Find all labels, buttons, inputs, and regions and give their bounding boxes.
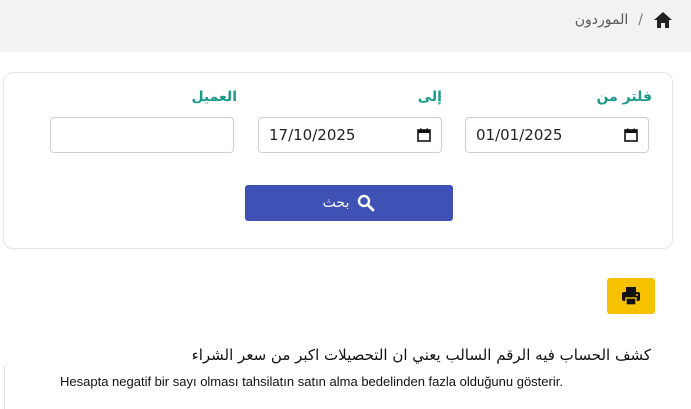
breadcrumb: / الموردون [575,9,673,31]
search-icon [357,194,375,212]
breadcrumb-current: الموردون [574,12,629,28]
home-icon[interactable] [653,10,673,30]
customer-label: العميل [191,89,237,105]
divider [4,366,5,409]
search-button-label: بحث [322,195,350,211]
print-icon [620,285,642,307]
customer-input[interactable] [50,117,234,153]
note-arabic: كشف الحساب فيه الرقم السالب يعني ان التح… [191,346,651,364]
to-date-value: 17/10/2025 [269,126,356,144]
from-date-label: فلتر من [596,89,652,105]
from-date-value: 01/01/2025 [476,126,563,144]
filter-card: فلتر من إلى العميل 01/01/2025 17/10/2025… [3,72,673,249]
calendar-icon[interactable] [417,128,431,142]
to-date-input[interactable]: 17/10/2025 [258,117,442,153]
search-button[interactable]: بحث [245,185,453,221]
top-bar: / الموردون [0,0,691,52]
print-button[interactable] [607,278,655,314]
calendar-icon[interactable] [624,128,638,142]
from-date-input[interactable]: 01/01/2025 [465,117,649,153]
note-turkish: Hesapta negatif bir sayı olması tahsilat… [60,374,563,389]
to-date-label: إلى [417,89,442,105]
breadcrumb-separator: / [638,12,643,28]
